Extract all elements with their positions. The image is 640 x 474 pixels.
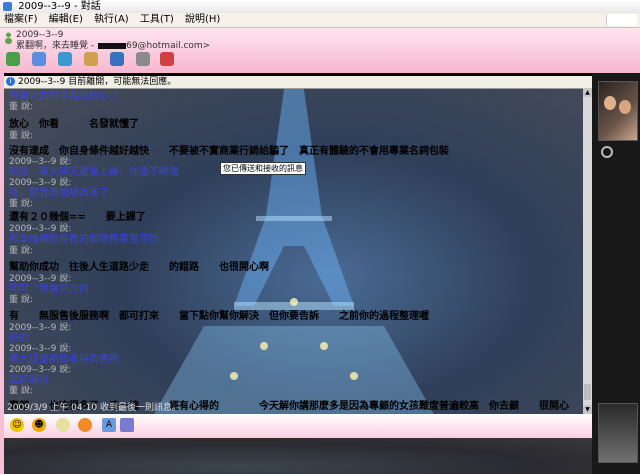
title-bar: 2009--3--9 - 對話 bbox=[0, 0, 640, 13]
menu-file[interactable]: 檔案(F) bbox=[0, 13, 42, 27]
wink-icon[interactable]: ☻ bbox=[32, 418, 46, 432]
invite-icon[interactable] bbox=[6, 52, 20, 66]
toolbar bbox=[0, 50, 640, 70]
windows-logo bbox=[606, 14, 637, 26]
games-icon[interactable] bbox=[136, 52, 150, 66]
contact-status-icon bbox=[5, 32, 12, 44]
block-icon[interactable] bbox=[160, 52, 174, 66]
menu-edit[interactable]: 編輯(E) bbox=[45, 13, 87, 27]
display-pictures-panel bbox=[592, 73, 640, 474]
history-tooltip: 您已傳送和接收的訊息 bbox=[220, 162, 306, 175]
scroll-up-icon[interactable]: ▲ bbox=[583, 88, 592, 97]
menu-help[interactable]: 說明(H) bbox=[181, 13, 224, 27]
last-message-status: 2009/3/9 上午 04:10 收到最後一則訊息。 bbox=[7, 403, 181, 413]
message-text: 有 無服售後服務啊 都可打來 當下點你幫你解決 但你要告訴 之前你的過程整理喔 bbox=[9, 311, 429, 322]
nudge-icon[interactable] bbox=[78, 418, 92, 432]
away-notice: i 2009--3--9 目前離開，可能無法回應。 bbox=[4, 76, 592, 89]
sender-line: 董 說: bbox=[9, 295, 33, 305]
menu-bar: 檔案(F) 編輯(E) 執行(A) 工具(T) 說明(H) bbox=[0, 13, 640, 28]
format-toolbar: ☺ ☻ A bbox=[4, 414, 592, 438]
menu-actions[interactable]: 執行(A) bbox=[90, 13, 133, 27]
send-files-icon[interactable] bbox=[32, 52, 46, 66]
webcam-icon[interactable] bbox=[58, 52, 72, 66]
webcam-icon[interactable] bbox=[601, 146, 613, 158]
emoticon-icon[interactable]: ☺ bbox=[10, 418, 24, 432]
window-title: 2009--3--9 - 對話 bbox=[18, 1, 101, 12]
contact-display-picture[interactable] bbox=[598, 81, 638, 141]
background-icon[interactable] bbox=[56, 418, 70, 432]
info-icon: i bbox=[6, 77, 15, 86]
messenger-icon bbox=[3, 2, 12, 11]
menu-tools[interactable]: 工具(T) bbox=[136, 13, 178, 27]
sender-line: 董 說: bbox=[9, 386, 33, 396]
chat-history: 有盡大的指導我就放心了 董 說: 放心 你看 名發就懂了 董 說: 沒有達成 你… bbox=[4, 76, 592, 414]
redacted-email bbox=[98, 42, 127, 49]
call-icon[interactable] bbox=[84, 52, 98, 66]
sender-line: 董 說: bbox=[9, 102, 33, 112]
my-display-picture[interactable] bbox=[598, 403, 638, 463]
scroll-thumb[interactable] bbox=[584, 384, 591, 400]
sender-line: 董 說: bbox=[9, 131, 33, 141]
handwriting-icon[interactable] bbox=[120, 418, 134, 432]
message-input[interactable] bbox=[4, 438, 592, 474]
message-text: 沒有達成 你自身條件越好越快 不要被不實商業行銷給騙了 真正有體驗的不會用專業名… bbox=[9, 146, 449, 157]
activities-icon[interactable] bbox=[110, 52, 124, 66]
chat-scrollbar[interactable]: ▲ ▼ bbox=[583, 88, 592, 414]
sender-line: 董 說: bbox=[9, 246, 33, 256]
font-icon[interactable]: A bbox=[102, 418, 116, 432]
